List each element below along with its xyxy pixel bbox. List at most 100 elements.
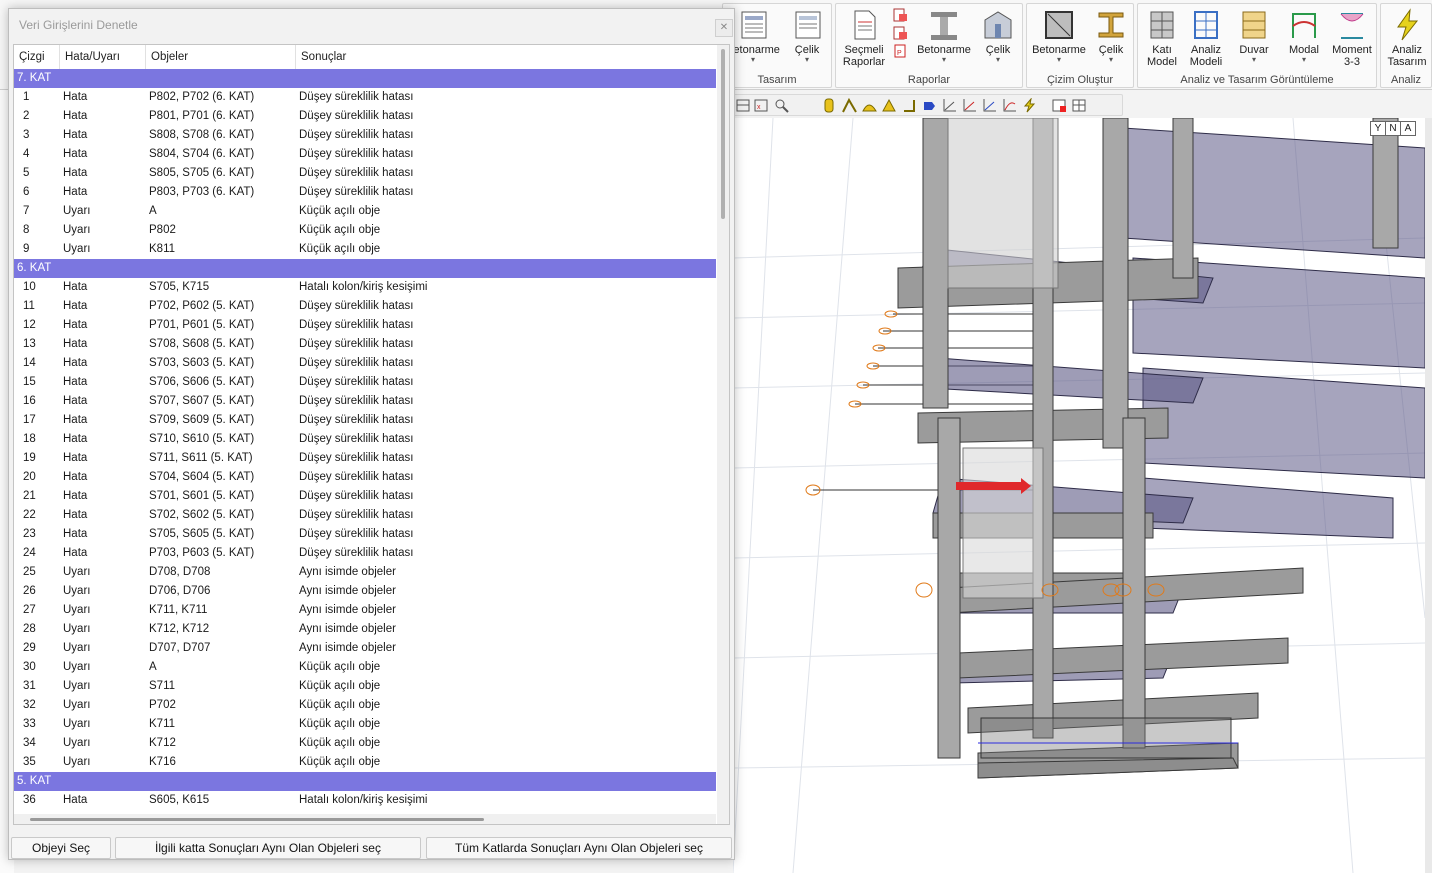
ribbon-button-betonarme-rapor[interactable]: Betonarme ▾: [914, 6, 974, 74]
axis-icon[interactable]: [942, 98, 957, 113]
table-row[interactable]: 29 Uyarı D707, D707 Aynı isimde objeler: [14, 639, 716, 658]
row-line-number: 13: [23, 338, 36, 350]
table-row[interactable]: 5 Hata S805, S705 (6. KAT) Düşey süreklilik…: [14, 164, 716, 183]
table-row[interactable]: 15 Hata S706, S606 (5. KAT) Düşey süreklili…: [14, 373, 716, 392]
corner-icon[interactable]: [902, 98, 917, 113]
view-button-a[interactable]: A: [1400, 121, 1416, 136]
steel-drawing-icon: [1098, 12, 1124, 38]
table-row[interactable]: 20 Hata S704, S604 (5. KAT) Düşey süreklili…: [14, 468, 716, 487]
ribbon-button-modal[interactable]: Modal ▾: [1282, 6, 1326, 74]
pdf-report-icon[interactable]: P: [892, 44, 908, 58]
scroll-thumb[interactable]: [30, 818, 484, 821]
frame-icon[interactable]: [842, 98, 857, 113]
floor-group-header[interactable]: 5. KAT: [14, 772, 716, 791]
view-button-y[interactable]: Y: [1370, 121, 1386, 136]
axis-icon[interactable]: [982, 98, 997, 113]
ribbon-button-kati-model[interactable]: Katı Model: [1140, 6, 1184, 74]
ribbon-button-betonarme-cizim[interactable]: Betonarme ▾: [1029, 6, 1089, 74]
table-row[interactable]: 27 Uyarı K711, K711 Aynı isimde objeler: [14, 601, 716, 620]
table-row[interactable]: 23 Hata S705, S605 (5. KAT) Düşey süreklili…: [14, 525, 716, 544]
row-objects: D706, D706: [149, 585, 211, 597]
table-row[interactable]: 10 Hata S705, K715 Hatalı kolon/kiriş kesiş…: [14, 278, 716, 297]
ribbon-button-celik-rapor[interactable]: Çelik ▾: [976, 6, 1020, 74]
column-header-type[interactable]: Hata/Uyarı: [60, 45, 146, 69]
close-button[interactable]: ✕: [715, 19, 733, 37]
shape-icon[interactable]: [922, 98, 937, 113]
table-row[interactable]: 3 Hata S808, S708 (6. KAT) Düşey süreklilik…: [14, 126, 716, 145]
table-row[interactable]: 6 Hata P803, P703 (6. KAT) Düşey süreklilik…: [14, 183, 716, 202]
table-row[interactable]: 9 Uyarı K811 Küçük açılı obje: [14, 240, 716, 259]
vertical-scrollbar[interactable]: [717, 45, 729, 824]
ribbon-button-duvar[interactable]: Duvar ▾: [1232, 6, 1276, 74]
table-row[interactable]: 25 Uyarı D708, D708 Aynı isimde objeler: [14, 563, 716, 582]
table-row[interactable]: 22 Hata S702, S602 (5. KAT) Düşey süreklili…: [14, 506, 716, 525]
table-icon[interactable]: [1072, 98, 1087, 113]
scroll-thumb[interactable]: [721, 49, 725, 219]
ribbon-button-analiz-modeli[interactable]: Analiz Modeli: [1184, 6, 1228, 74]
table-icon[interactable]: [1052, 98, 1067, 113]
report-small-icon[interactable]: [892, 26, 908, 40]
table-row[interactable]: 16 Hata S707, S607 (5. KAT) Düşey süreklili…: [14, 392, 716, 411]
right-scrollbar[interactable]: [1425, 118, 1432, 873]
dropdown-arrow-icon: ▾: [1056, 55, 1061, 64]
table-row[interactable]: 28 Uyarı K712, K712 Aynı isimde objeler: [14, 620, 716, 639]
curve-icon[interactable]: [1002, 98, 1017, 113]
select-same-floor-button[interactable]: İlgili katta Sonuçları Aynı Olan Objeler…: [115, 837, 421, 859]
column-header-results[interactable]: Sonuçlar: [296, 45, 716, 69]
table-row[interactable]: 26 Uyarı D706, D706 Aynı isimde objeler: [14, 582, 716, 601]
dropdown-arrow-icon: ▾: [941, 55, 946, 64]
table-row[interactable]: 18 Hata S710, S610 (5. KAT) Düşey süreklili…: [14, 430, 716, 449]
3d-viewport[interactable]: [733, 118, 1425, 873]
table-row[interactable]: 19 Hata S711, S611 (5. KAT) Düşey süreklili…: [14, 449, 716, 468]
table-row[interactable]: 30 Uyarı A Küçük açılı obje: [14, 658, 716, 677]
row-line-number: 25: [23, 566, 36, 578]
lightning-icon[interactable]: [1022, 98, 1037, 113]
table-row[interactable]: 35 Uyarı K716 Küçük açılı obje: [14, 753, 716, 772]
select-object-button[interactable]: Objeyi Seç: [11, 837, 111, 859]
table-row[interactable]: 21 Hata S701, S601 (5. KAT) Düşey süreklili…: [14, 487, 716, 506]
table-row[interactable]: 24 Hata P703, P603 (5. KAT) Düşey süreklili…: [14, 544, 716, 563]
zoom-icon[interactable]: [774, 98, 789, 113]
ribbon-button-celik-tasarim[interactable]: Çelik ▾: [785, 6, 829, 74]
results-list[interactable]: Çizgi Hata/Uyarı Objeler Sonuçlar 7. KAT…: [13, 44, 730, 825]
report-small-icon[interactable]: [892, 8, 908, 22]
floor-group-header[interactable]: 7. KAT: [14, 69, 716, 88]
column-toggle-icon[interactable]: [822, 98, 837, 113]
select-all-floors-button[interactable]: Tüm Katlarda Sonuçları Aynı Olan Objeler…: [426, 837, 732, 859]
table-row[interactable]: 4 Hata S804, S704 (6. KAT) Düşey süreklilik…: [14, 145, 716, 164]
ribbon-button-celik-cizim[interactable]: Çelik ▾: [1089, 6, 1133, 74]
ribbon-button-secmeli-raporlar[interactable]: Seçmeli Raporlar: [838, 6, 890, 74]
floor-group-header[interactable]: 6. KAT: [14, 259, 716, 278]
row-result: Düşey süreklilik hatası: [299, 490, 414, 502]
column-header-line[interactable]: Çizgi: [14, 45, 60, 69]
table-row[interactable]: 8 Uyarı P802 Küçük açılı obje: [14, 221, 716, 240]
column-header-objects[interactable]: Objeler: [146, 45, 296, 69]
row-result: Düşey süreklilik hatası: [299, 148, 414, 160]
dropdown-arrow-icon: ▾: [995, 55, 1000, 64]
row-result: Aynı isimde objeler: [299, 604, 396, 616]
table-row[interactable]: 7 Uyarı A Küçük açılı obje: [14, 202, 716, 221]
triangle-icon[interactable]: [882, 98, 897, 113]
axis-icon[interactable]: [962, 98, 977, 113]
ribbon-button-moment[interactable]: Moment 3-3: [1328, 6, 1376, 74]
table-row[interactable]: 17 Hata S709, S609 (5. KAT) Düşey süreklili…: [14, 411, 716, 430]
table-row[interactable]: 13 Hata S708, S608 (5. KAT) Düşey süreklili…: [14, 335, 716, 354]
table-row[interactable]: 11 Hata P702, P602 (5. KAT) Düşey süreklili…: [14, 297, 716, 316]
grid-icon[interactable]: [736, 98, 751, 113]
row-type: Uyarı: [63, 642, 91, 654]
dimension-icon[interactable]: x: [754, 98, 769, 113]
table-row[interactable]: 14 Hata S703, S603 (5. KAT) Düşey süreklili…: [14, 354, 716, 373]
table-row[interactable]: 32 Uyarı P702 Küçük açılı obje: [14, 696, 716, 715]
horizontal-scrollbar[interactable]: [14, 814, 716, 824]
table-row[interactable]: 2 Hata P801, P701 (6. KAT) Düşey süreklilik…: [14, 107, 716, 126]
table-row[interactable]: 36 Hata S605, K615 Hatalı kolon/kiriş kesiş…: [14, 791, 716, 810]
ribbon-button-analiz-tasarim[interactable]: Analiz Tasarım: [1383, 6, 1431, 74]
table-row[interactable]: 33 Uyarı K711 Küçük açılı obje: [14, 715, 716, 734]
table-row[interactable]: 31 Uyarı S711 Küçük açılı obje: [14, 677, 716, 696]
table-row[interactable]: 1 Hata P802, P702 (6. KAT) Düşey süreklilik…: [14, 88, 716, 107]
view-toolbar: x: [733, 94, 1123, 116]
view-button-n[interactable]: N: [1385, 121, 1401, 136]
arch-icon[interactable]: [862, 98, 877, 113]
table-row[interactable]: 12 Hata P701, P601 (5. KAT) Düşey süreklili…: [14, 316, 716, 335]
table-row[interactable]: 34 Uyarı K712 Küçük açılı obje: [14, 734, 716, 753]
